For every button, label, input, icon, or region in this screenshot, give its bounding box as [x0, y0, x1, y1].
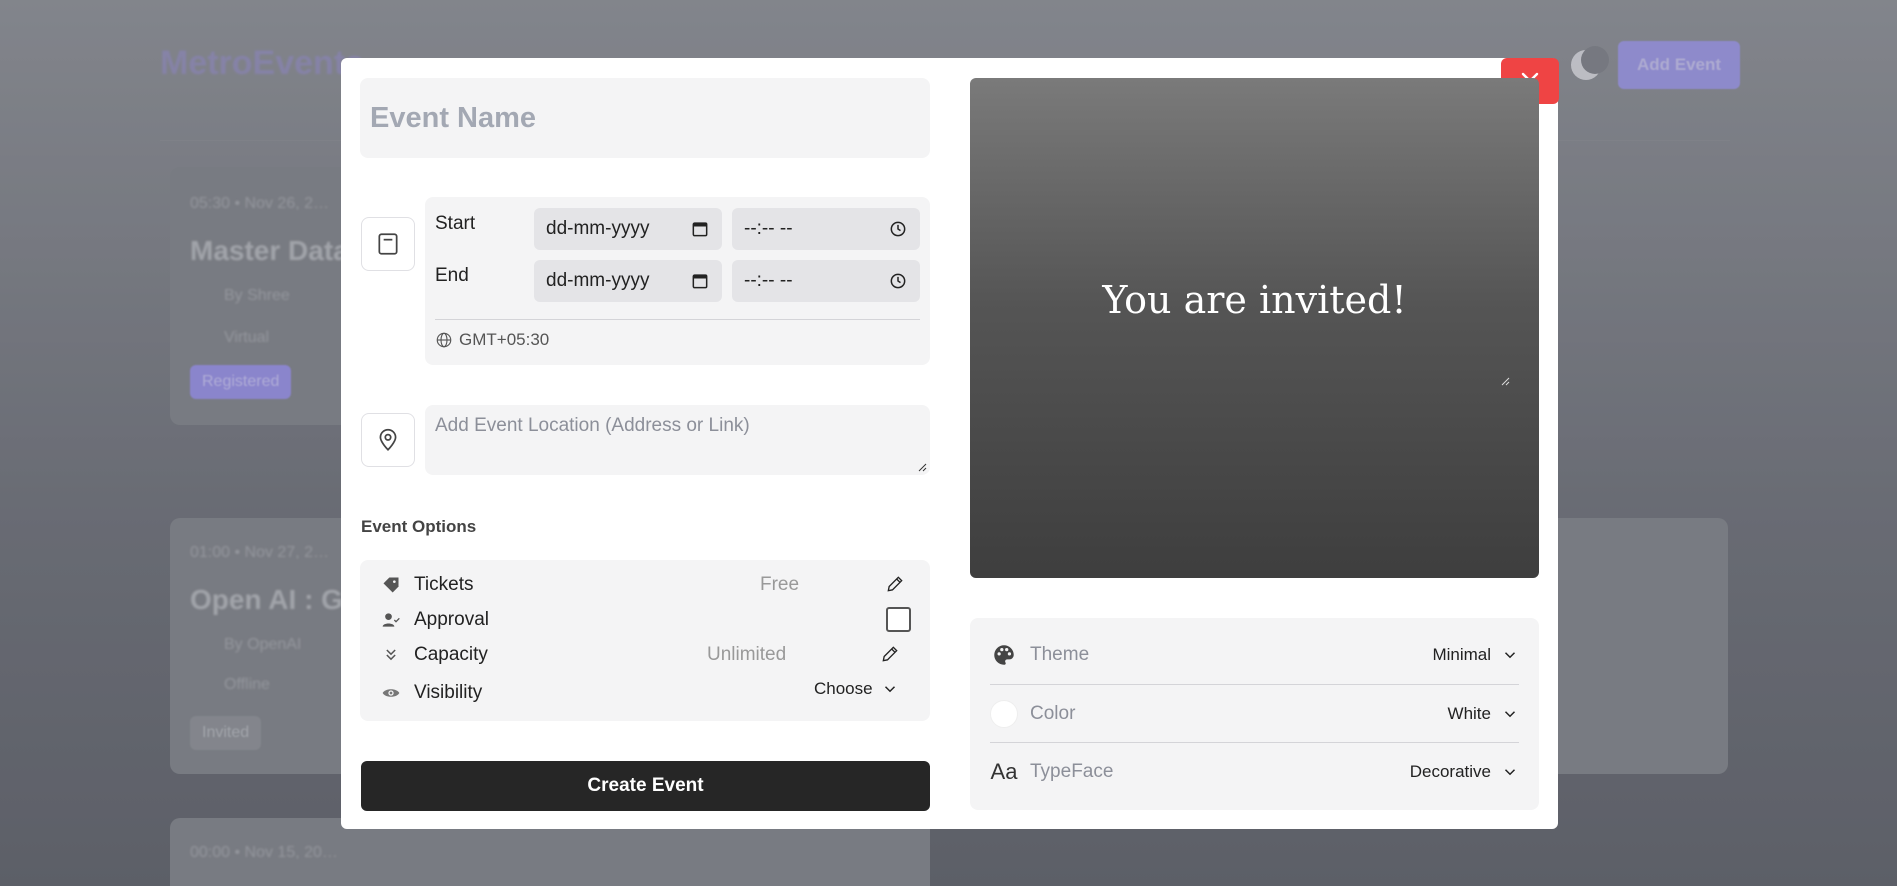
location-input[interactable]: [435, 415, 920, 465]
end-time-input[interactable]: --:-- --: [732, 260, 920, 302]
option-approval: Approval: [380, 603, 910, 637]
color-row[interactable]: Color White: [990, 685, 1519, 743]
chevron-down-icon: [1504, 769, 1516, 776]
date-divider: [435, 319, 920, 320]
typeface-label: TypeFace: [1030, 761, 1114, 782]
capacity-value: Unlimited: [707, 644, 787, 665]
chevron-down-icon: [1504, 652, 1516, 659]
option-tickets: Tickets: [380, 568, 910, 602]
calendar-icon: [692, 222, 708, 237]
create-event-button[interactable]: Create Event: [361, 761, 930, 811]
start-label: Start: [435, 213, 476, 234]
map-pin-icon: [379, 428, 397, 451]
visibility-value: Choose: [814, 679, 873, 698]
globe-icon: [436, 332, 452, 348]
end-date-value: dd-mm-yyyy: [546, 270, 650, 291]
calendar-icon: [692, 274, 708, 289]
style-settings-panel: Theme Minimal Color White Aa TypeFace De…: [970, 618, 1539, 810]
calendar-icon: [378, 233, 398, 255]
calendar-button[interactable]: [361, 217, 415, 271]
date-time-panel: Start dd-mm-yyyy --:-- -- End dd-mm-yyyy…: [425, 197, 930, 365]
start-time-value: --:-- --: [744, 218, 793, 239]
color-select[interactable]: White: [1448, 704, 1519, 724]
option-capacity: Capacity: [380, 638, 910, 672]
timezone: GMT+05:30: [435, 330, 549, 350]
event-name-input[interactable]: [370, 101, 930, 135]
clock-icon: [890, 221, 906, 237]
eye-icon: [380, 682, 402, 704]
end-label: End: [435, 265, 469, 286]
start-date-input[interactable]: dd-mm-yyyy: [534, 208, 722, 250]
chevron-down-icon: [884, 686, 895, 693]
typeface-select[interactable]: Decorative: [1410, 762, 1519, 782]
edit-capacity-button[interactable]: [879, 643, 901, 665]
user-check-icon: [380, 609, 402, 631]
chevron-down-icon: [1504, 711, 1516, 718]
theme-row[interactable]: Theme Minimal: [990, 626, 1519, 684]
start-time-input[interactable]: --:-- --: [732, 208, 920, 250]
tickets-value: Free: [760, 574, 800, 595]
color-label: Color: [1030, 703, 1076, 724]
ticket-icon: [380, 574, 402, 596]
palette-icon: [990, 641, 1018, 669]
end-time-value: --:-- --: [744, 270, 793, 291]
resize-handle[interactable]: [917, 462, 927, 472]
color-value: White: [1447, 704, 1491, 723]
invitation-text[interactable]: You are invited!: [970, 278, 1539, 322]
pencil-icon: [887, 576, 903, 592]
color-swatch-wrap: [990, 700, 1018, 728]
typeface-row[interactable]: Aa TypeFace Decorative: [990, 743, 1519, 801]
typeface-icon: Aa: [990, 759, 1018, 784]
start-date-value: dd-mm-yyyy: [546, 218, 650, 239]
location-button[interactable]: [361, 413, 415, 467]
tickets-label: Tickets: [414, 574, 474, 595]
typeface-value: Decorative: [1409, 762, 1491, 781]
capacity-label: Capacity: [414, 644, 488, 665]
theme-value: Minimal: [1432, 645, 1491, 664]
approval-checkbox[interactable]: [886, 607, 911, 632]
theme-select[interactable]: Minimal: [1432, 645, 1519, 665]
edit-tickets-button[interactable]: [884, 573, 906, 595]
visibility-select[interactable]: Choose: [814, 679, 899, 699]
event-name-field[interactable]: [360, 78, 930, 158]
timezone-label: GMT+05:30: [459, 330, 550, 349]
resize-handle[interactable]: [1500, 376, 1510, 386]
event-options-title: Event Options: [361, 517, 477, 536]
theme-label: Theme: [1030, 644, 1090, 665]
chevrons-down-icon: [380, 644, 402, 666]
clock-icon: [890, 273, 906, 289]
invitation-preview: You are invited!: [970, 78, 1539, 578]
approval-label: Approval: [414, 609, 489, 630]
end-date-input[interactable]: dd-mm-yyyy: [534, 260, 722, 302]
color-swatch: [990, 700, 1018, 728]
location-field[interactable]: [425, 405, 930, 475]
pencil-icon: [882, 646, 898, 662]
